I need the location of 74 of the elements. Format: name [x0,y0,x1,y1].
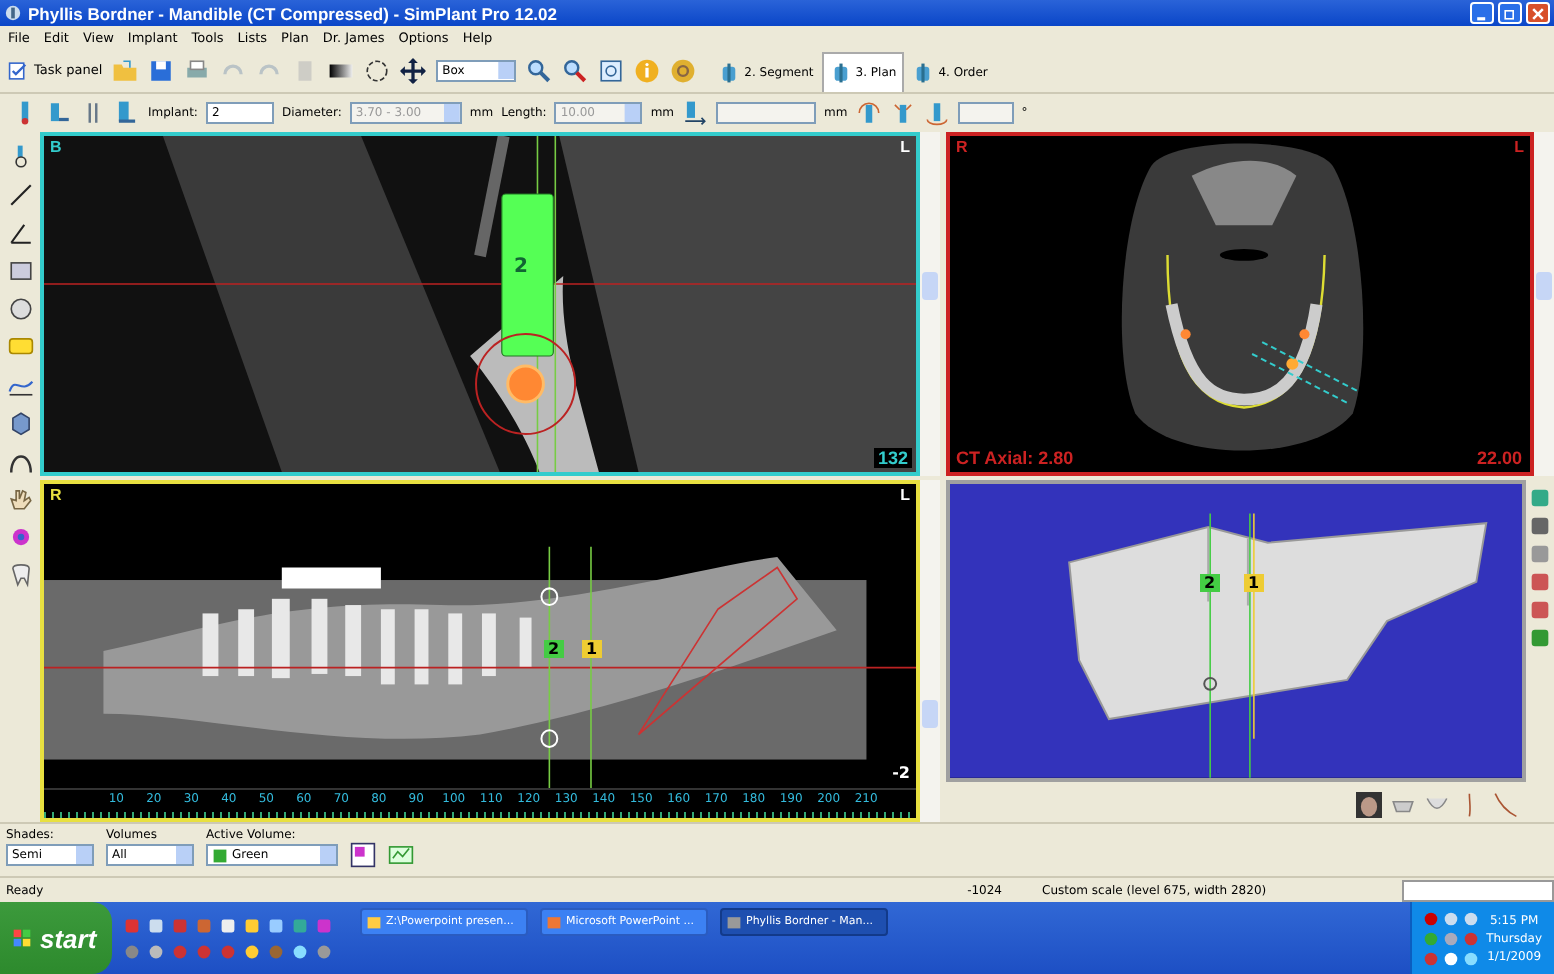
nerve-tool-icon[interactable] [7,524,33,550]
window-icon [366,914,382,930]
implant-marker[interactable]: 2 [1200,574,1220,593]
orientation-label: L [900,486,910,504]
spin-implant-icon[interactable] [923,100,950,126]
orientation-label: L [1514,138,1524,156]
info-icon[interactable] [634,57,661,83]
scrollbar[interactable] [920,480,940,822]
view-tool-icon[interactable] [1530,628,1550,649]
orientation-label: B [50,138,62,156]
scrollbar[interactable] [920,132,940,476]
move-icon[interactable] [400,57,427,83]
implant-icon [912,61,935,83]
save-icon[interactable] [148,57,175,83]
start-button[interactable]: start [0,902,112,974]
circle-tool-icon[interactable] [7,296,33,322]
print-icon[interactable] [184,57,211,83]
window-icon [546,914,562,930]
note-tool-icon[interactable] [7,334,33,360]
hand-tool-icon[interactable] [7,486,33,512]
abutment-icon[interactable] [46,100,72,126]
window-title: Phyllis Bordner - Mandible (CT Compressed) - SimPlant Pro 12.02 [28,3,558,23]
slice-value: 22.00 [1474,448,1524,469]
rotate-implant-icon[interactable] [855,100,882,126]
curve-icon[interactable] [1492,791,1518,818]
slice-caption: CT Axial: 2.80 [956,448,1074,469]
window-icon [726,914,742,930]
volume-settings-icon[interactable] [388,842,414,868]
head-model-icon[interactable] [1356,791,1382,818]
rect-tool-icon[interactable] [7,258,33,284]
implant-marker[interactable]: 1 [582,640,602,658]
implant-marker[interactable]: 1 [1244,574,1264,593]
3d-model-view[interactable]: 2 1 [946,480,1526,783]
close-icon [1530,5,1546,21]
slice-value: -2 [892,764,910,782]
angle-field[interactable] [957,102,1014,124]
windows-logo-icon [12,928,32,948]
orientation-label: R [956,138,968,156]
close-button[interactable] [1526,2,1550,24]
volume-icon [212,847,228,863]
view-tool-icon[interactable] [1530,544,1550,565]
folder-icon[interactable] [112,57,139,83]
restore-button[interactable] [1498,2,1522,24]
fit-view-icon[interactable] [598,57,625,83]
rotate-icon[interactable] [364,57,391,83]
angle-tool-icon[interactable] [7,220,33,246]
tilt-implant-icon[interactable] [889,100,916,126]
implant-marker[interactable]: 2 [544,640,564,658]
axial-view[interactable]: R L CT Axial: 2.80 22.00 [946,132,1534,477]
view-tool-icon[interactable] [1530,516,1550,537]
zoom-reset-icon[interactable] [562,57,589,83]
minimize-button[interactable] [1470,2,1494,24]
restore-icon [1502,5,1518,21]
axis-offset-icon[interactable] [682,100,709,126]
line-tool-icon[interactable] [7,182,33,208]
app-icon [4,4,22,22]
implant-icon [718,61,741,83]
cross-section-view[interactable]: B L 2 132 [40,132,920,476]
implant-number: 2 [514,256,528,278]
offset-field[interactable] [716,102,817,124]
implant-icon [829,62,852,84]
abutment-icon[interactable] [114,100,140,126]
checklist-icon [8,59,30,81]
view-tool-icon[interactable] [1530,600,1550,621]
view-tool-icon[interactable] [1530,572,1550,593]
tooth-tool-icon[interactable] [7,562,33,588]
cube-tool-icon[interactable] [7,410,33,436]
orientation-label: L [900,138,910,156]
view-tool-icon[interactable] [1530,488,1550,509]
color-swatch-icon[interactable] [350,842,376,868]
orientation-label: R [50,486,62,504]
slice-number: 132 [873,448,912,468]
scrollbar[interactable] [1534,132,1554,477]
zoom-icon[interactable] [526,57,553,83]
